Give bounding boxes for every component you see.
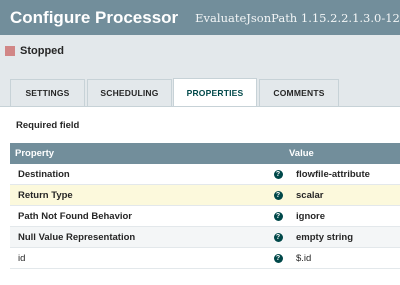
tab-settings[interactable]: SETTINGS <box>10 79 85 106</box>
property-name: id <box>18 252 26 264</box>
dialog-header: Configure Processor EvaluateJsonPath 1.1… <box>0 0 400 35</box>
processor-type-version: EvaluateJsonPath 1.15.2.2.1.3.0-125 <box>195 10 400 25</box>
property-name: Null Value Representation <box>18 231 136 243</box>
property-value[interactable]: flowfile-attribute <box>289 169 370 180</box>
table-row[interactable]: Null Value Representation ? empty string <box>10 227 400 248</box>
stopped-icon <box>5 46 15 56</box>
property-value[interactable]: scalar <box>289 190 323 201</box>
table-row[interactable]: Return Type ? scalar <box>10 185 400 206</box>
table-row[interactable]: id ? $.id <box>10 248 400 269</box>
property-name: Destination <box>18 168 70 180</box>
status-label: Stopped <box>20 45 64 57</box>
tab-comments[interactable]: COMMENTS <box>259 79 339 106</box>
properties-table: Property Value Destination ? flowfile-at… <box>10 143 400 269</box>
tab-scheduling[interactable]: SCHEDULING <box>87 79 172 106</box>
table-header: Property Value <box>10 143 400 164</box>
property-value[interactable]: ignore <box>289 211 325 222</box>
property-name: Return Type <box>18 189 73 201</box>
table-row[interactable]: Path Not Found Behavior ? ignore <box>10 206 400 227</box>
dialog-title: Configure Processor <box>10 7 179 27</box>
required-field-note: Required field <box>16 120 80 131</box>
help-icon[interactable]: ? <box>273 190 283 200</box>
property-value[interactable]: $.id <box>289 253 311 264</box>
help-icon[interactable]: ? <box>273 253 283 263</box>
tab-bar: SETTINGS SCHEDULING PROPERTIES COMMENTS <box>0 67 400 107</box>
property-name: Path Not Found Behavior <box>18 210 132 222</box>
tabs-divider <box>0 106 400 107</box>
property-value[interactable]: empty string <box>289 232 353 243</box>
table-row[interactable]: Destination ? flowfile-attribute <box>10 164 400 185</box>
tab-properties[interactable]: PROPERTIES <box>173 78 257 107</box>
column-header-property: Property <box>15 148 55 159</box>
column-header-value: Value <box>289 148 314 159</box>
help-icon[interactable]: ? <box>273 211 283 221</box>
help-icon[interactable]: ? <box>273 232 283 242</box>
status-bar: Stopped <box>0 35 400 67</box>
help-icon[interactable]: ? <box>273 169 283 179</box>
